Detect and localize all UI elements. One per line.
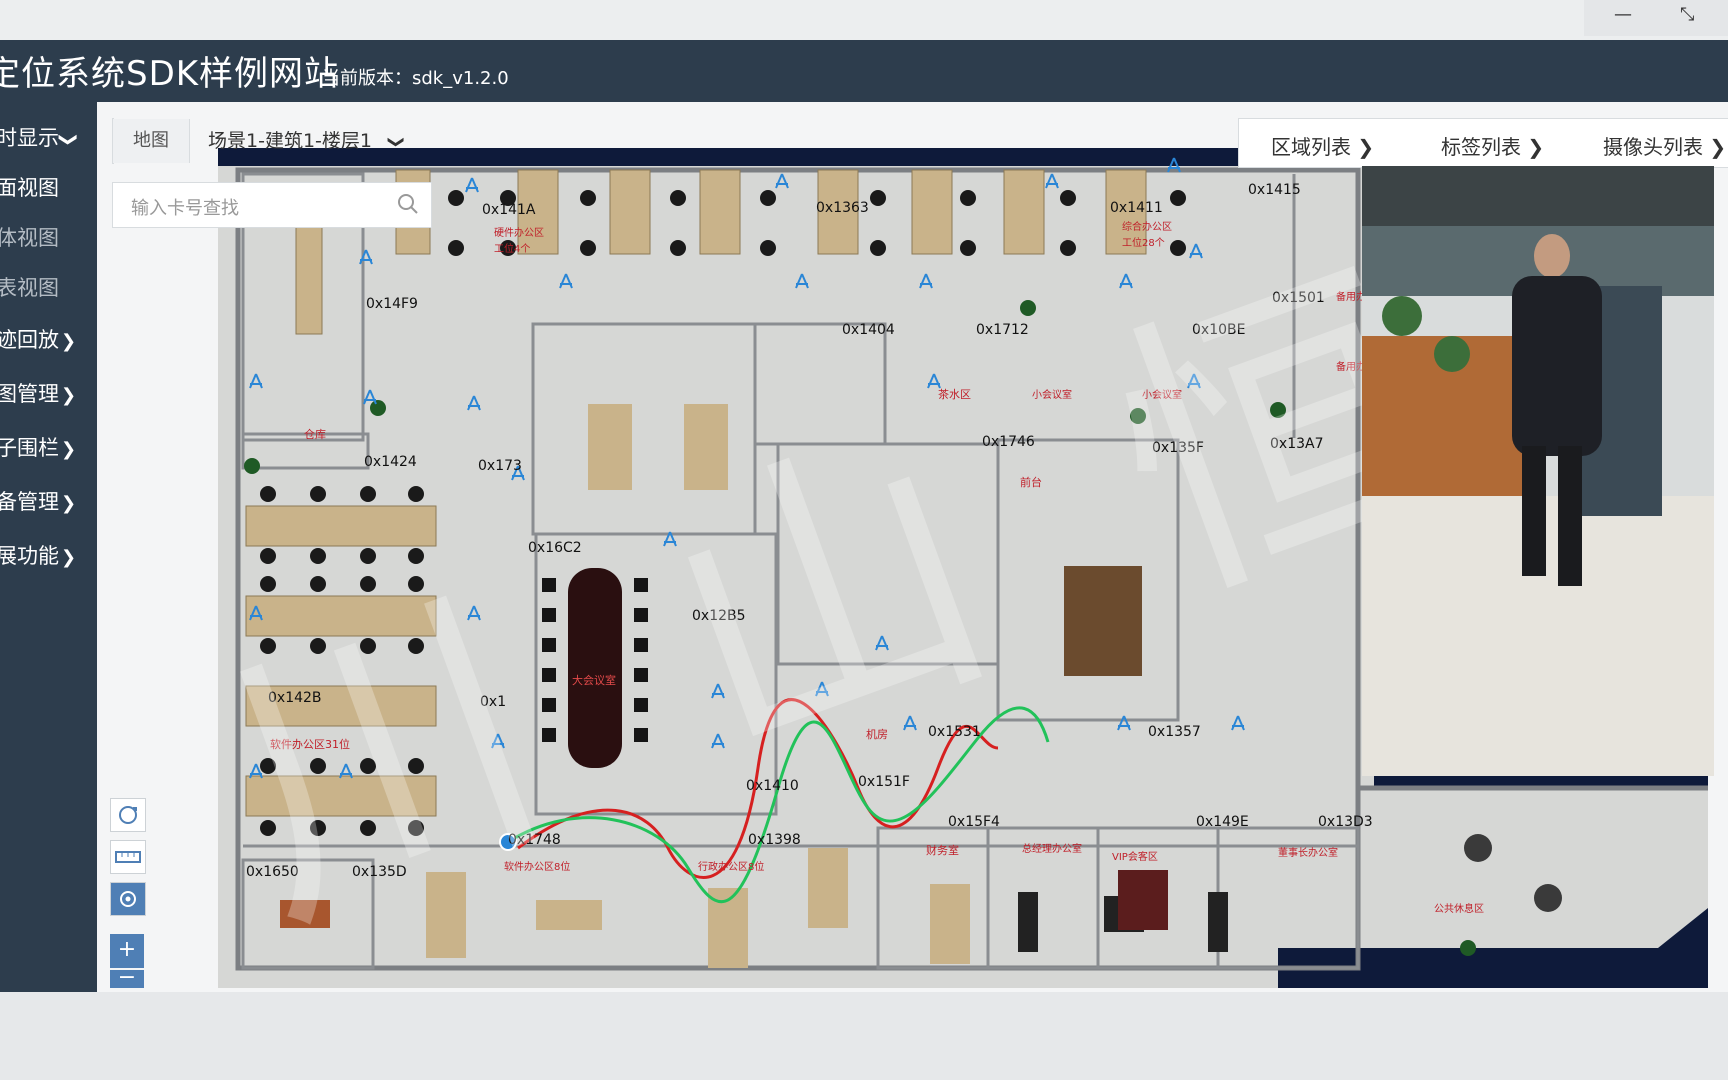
search-input[interactable]: 输入卡号查找 (112, 182, 432, 228)
refresh-icon (119, 806, 137, 824)
tab-map[interactable]: 地图 (113, 119, 190, 163)
chevron-right-icon: ❯ (1357, 135, 1375, 159)
sidebar-item-label: 子围栏 (0, 436, 59, 460)
chevron-down-icon: ❯ (387, 135, 407, 149)
chevron-right-icon: ❯ (61, 331, 77, 352)
sidebar-item-label: 体视图 (0, 226, 59, 250)
ruler-button[interactable] (110, 840, 146, 874)
camera-list-label: 摄像头列表 (1603, 135, 1703, 159)
sidebar-item-label: 展功能 (0, 544, 59, 568)
room-label: 总经理办公室 (1022, 844, 1082, 855)
room-label: 工位4个 (494, 244, 531, 255)
bottom-blur-strip (0, 992, 1728, 1080)
search-icon[interactable] (397, 193, 419, 219)
app-title: 定位系统SDK样例网站 (0, 54, 340, 94)
locate-icon (120, 891, 136, 907)
refresh-button[interactable] (110, 798, 146, 832)
sidebar-item-playback[interactable]: 迹回放 ❯ (0, 324, 76, 354)
tag-label: 0x1357 (1148, 724, 1201, 740)
area-list-link[interactable]: 区域列表 ❯ (1271, 131, 1374, 160)
version-label: 当前版本：sdk_v1.2.0 (322, 68, 509, 89)
tag-list-link[interactable]: 标签列表 ❯ (1441, 131, 1544, 160)
camera-video-feed[interactable] (1362, 166, 1714, 776)
tag-label: 0x14F9 (366, 296, 418, 312)
room-label: VIP会客区 (1112, 852, 1158, 863)
floor-select[interactable]: 场景1-建筑1-楼层1 ❯ (190, 119, 448, 163)
sidebar-item-extensions[interactable]: 展功能 ❯ (0, 540, 76, 570)
room-label: 硬件办公区 (494, 228, 544, 239)
room-label: 公共休息区 (1434, 904, 1484, 915)
tag-label: 0x141A (482, 202, 536, 218)
room-label: 财务室 (926, 844, 959, 857)
sidebar-item-geofence[interactable]: 子围栏 ❯ (0, 432, 76, 462)
restore-icon[interactable]: ⤡ (1680, 4, 1694, 25)
chevron-right-icon: ❯ (1709, 135, 1727, 159)
camera-image (1362, 166, 1714, 776)
sidebar-item-label: 备管理 (0, 490, 59, 514)
tag-label: 0x13D3 (1318, 814, 1373, 830)
tag-label: 0x1411 (1110, 200, 1163, 216)
area-list-label: 区域列表 (1271, 135, 1351, 159)
sidebar-item-label: 图管理 (0, 382, 59, 406)
tag-label: 0x1363 (816, 200, 869, 216)
window-controls: — ⤡ (1584, 0, 1728, 36)
map-toolbar: 地图 场景1-建筑1-楼层1 ❯ (112, 118, 407, 164)
sidebar-item-table-view[interactable]: 表视图 (0, 272, 59, 302)
chevron-right-icon: ❯ (61, 547, 77, 568)
app-header: 定位系统SDK样例网站 当前版本：sdk_v1.2.0 (0, 40, 1728, 102)
sidebar-item-label: 时显示 (0, 126, 59, 150)
chevron-right-icon: ❯ (61, 493, 77, 514)
chevron-right-icon: ❯ (61, 385, 77, 406)
tag-label: 0x1398 (748, 832, 801, 848)
sidebar-item-device-management[interactable]: 备管理 ❯ (0, 486, 76, 516)
locate-button[interactable] (110, 882, 146, 916)
right-panel-links: 区域列表 ❯ 标签列表 ❯ 摄像头列表 ❯ (1238, 118, 1728, 168)
sidebar-item-3d-view[interactable]: 体视图 (0, 222, 59, 252)
floor-select-value: 场景1-建筑1-楼层1 (208, 130, 372, 152)
sidebar-item-label: 迹回放 (0, 328, 59, 352)
chevron-right-icon: ❯ (61, 439, 77, 460)
tag-label: 0x149E (1196, 814, 1249, 830)
chevron-right-icon: ❯ (1527, 135, 1545, 159)
sidebar-item-map-management[interactable]: 图管理 ❯ (0, 378, 76, 408)
tag-label: 0x15F4 (948, 814, 1000, 830)
camera-list-link[interactable]: 摄像头列表 ❯ (1603, 131, 1726, 160)
room-label: 仓库 (304, 428, 326, 441)
sidebar-item-label: 表视图 (0, 276, 59, 300)
sidebar: 时显示❯ 面视图 体视图 表视图 迹回放 ❯ 图管理 ❯ 子围栏 ❯ 备管理 ❯ 展功能… (0, 102, 97, 992)
room-label: 行政办公区8位 (698, 862, 765, 873)
sidebar-item-plane-view[interactable]: 面视图 (0, 172, 59, 202)
top-blur-strip (0, 0, 1728, 40)
chevron-down-icon: ❯ (58, 131, 80, 148)
tag-label: 0x1424 (364, 454, 417, 470)
minimize-icon[interactable]: — (1614, 4, 1632, 25)
search-placeholder: 输入卡号查找 (131, 198, 239, 219)
sidebar-item-realtime[interactable]: 时显示❯ (0, 122, 80, 152)
room-label: 董事长办公室 (1278, 848, 1338, 859)
zoom-in-button[interactable]: + (110, 934, 144, 968)
sidebar-item-label: 面视图 (0, 176, 59, 200)
zoom-out-button[interactable]: − (110, 967, 144, 989)
tag-list-label: 标签列表 (1441, 135, 1521, 159)
ruler-icon (115, 851, 141, 863)
